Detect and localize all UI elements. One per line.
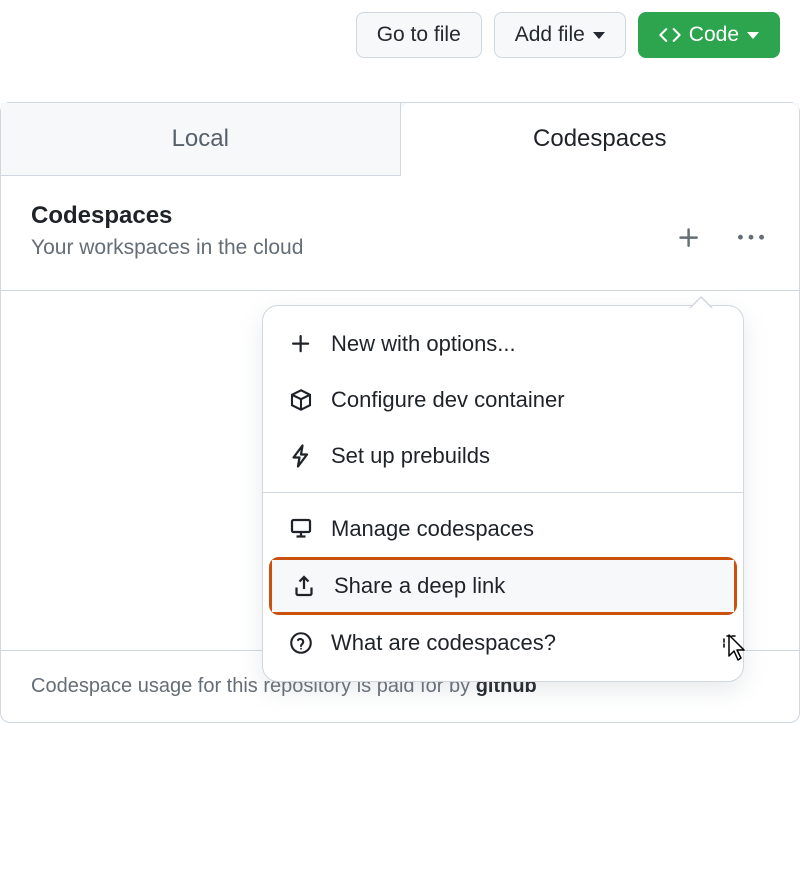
code-icon (659, 24, 681, 46)
menu-divider (263, 492, 743, 493)
share-icon (290, 572, 318, 600)
more-options-button[interactable] (733, 220, 769, 256)
add-file-label: Add file (515, 23, 585, 47)
add-file-button[interactable]: Add file (494, 12, 626, 58)
kebab-horizontal-icon (738, 225, 764, 251)
menu-item-what-are-codespaces[interactable]: What are codespaces? (263, 615, 743, 671)
codespaces-icon (287, 515, 315, 543)
menu-item-configure-dev-container[interactable]: Configure dev container (263, 372, 743, 428)
caret-down-icon (593, 32, 605, 39)
tab-local[interactable]: Local (1, 103, 401, 176)
panel-subtitle: Your workspaces in the cloud (31, 236, 303, 260)
menu-item-share-deep-link[interactable]: Share a deep link (272, 560, 734, 612)
plus-icon (676, 225, 702, 251)
create-codespace-button[interactable] (671, 220, 707, 256)
highlighted-menu-item: Share a deep link (269, 557, 737, 615)
panel-title: Codespaces (31, 202, 303, 230)
container-icon (287, 386, 315, 414)
go-to-file-label: Go to file (377, 23, 461, 47)
plus-icon (287, 330, 315, 358)
codespaces-options-menu: New with options... Configure dev contai… (262, 305, 744, 682)
menu-item-new-with-options[interactable]: New with options... (263, 316, 743, 372)
go-to-file-button[interactable]: Go to file (356, 12, 482, 58)
caret-down-icon (747, 32, 759, 39)
code-label: Code (689, 23, 739, 47)
tab-codespaces[interactable]: Codespaces (401, 103, 800, 176)
menu-item-setup-prebuilds[interactable]: Set up prebuilds (263, 428, 743, 484)
question-icon (287, 629, 315, 657)
menu-item-manage-codespaces[interactable]: Manage codespaces (263, 501, 743, 557)
zap-icon (287, 442, 315, 470)
code-button[interactable]: Code (638, 12, 780, 58)
